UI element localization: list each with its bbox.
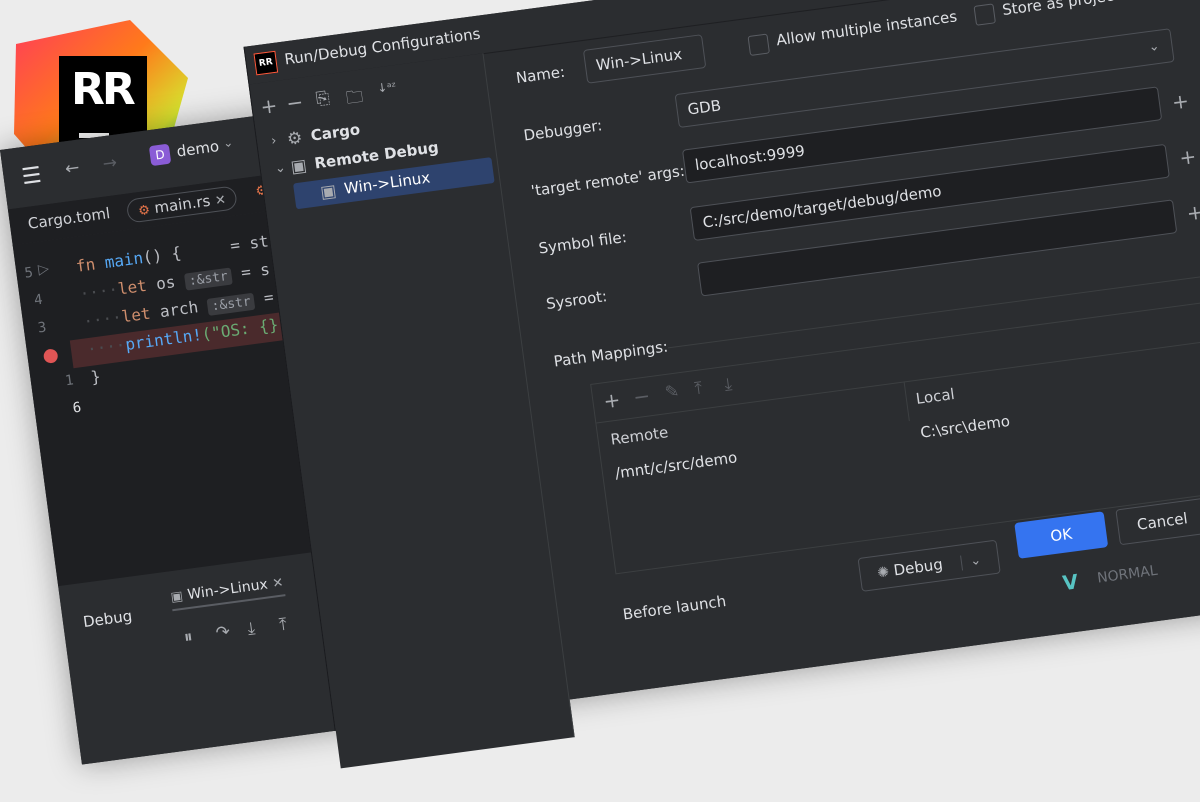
debug-panel-title: Debug	[81, 606, 134, 632]
line-number: 4	[33, 291, 44, 309]
run-debug-configurations-dialog: RR Run/Debug Configurations + − ⎘ 🗀 ↓ᵃᶻ …	[243, 0, 1200, 769]
type-hint: :&str	[206, 292, 256, 316]
debug-run-button[interactable]: ✺ Debug ⌄	[857, 539, 1001, 592]
sidebar-file-cargo-toml[interactable]: Cargo.toml	[27, 204, 111, 233]
line-number: 3	[36, 319, 48, 337]
before-launch-label: Before launch	[621, 592, 728, 624]
add-configuration-icon[interactable]: +	[259, 93, 279, 119]
debug-session-tab[interactable]: ▣ Win->Linux ✕	[169, 572, 286, 612]
copy-configuration-icon[interactable]: ⎘	[315, 88, 331, 110]
local-column-header: Local	[914, 384, 956, 408]
type-hint: :&str	[183, 267, 233, 291]
line-number: 5	[23, 264, 35, 282]
move-up-icon[interactable]: ⤒	[693, 378, 703, 399]
add-icon[interactable]: +	[1170, 88, 1190, 114]
rust-file-icon: ⚙	[137, 202, 151, 220]
run-gutter-icon[interactable]: ▷	[37, 261, 50, 278]
project-name[interactable]: demo	[176, 137, 221, 160]
app-icon: RR	[253, 50, 279, 76]
remote-column-header: Remote	[609, 423, 670, 449]
new-folder-icon[interactable]: 🗀	[345, 84, 366, 115]
allow-multiple-label: Allow multiple instances	[775, 7, 959, 50]
name-field[interactable]: Win->Linux	[582, 34, 707, 84]
code-line: }	[89, 366, 102, 387]
back-arrow-icon[interactable]: ←	[64, 158, 81, 180]
step-into-icon[interactable]: ⤓	[246, 619, 256, 640]
target-remote-label: 'target remote' args:	[529, 161, 686, 201]
logo-text: RR	[71, 64, 136, 115]
separator	[596, 337, 1200, 424]
path-mappings-label: Path Mappings:	[552, 337, 670, 371]
tab-label: main.rs	[153, 191, 212, 218]
add-icon[interactable]: +	[1178, 144, 1198, 170]
mapping-remote-value[interactable]: /mnt/c/src/demo	[614, 448, 738, 482]
project-badge: D	[148, 143, 172, 167]
sysroot-label: Sysroot:	[544, 287, 609, 314]
symbol-file-label: Symbol file:	[537, 227, 628, 258]
vim-icon: V	[1061, 569, 1080, 596]
store-as-project-label: Store as project file	[1001, 0, 1149, 20]
close-tab-icon[interactable]: ✕	[272, 575, 285, 591]
hamburger-menu-icon[interactable]: ☰	[20, 163, 43, 190]
chevron-down-icon[interactable]: ⌄	[274, 160, 287, 176]
chevron-right-icon[interactable]: ›	[270, 133, 277, 149]
column-divider	[903, 381, 910, 422]
store-as-project-checkbox[interactable]	[973, 3, 996, 26]
tree-item-label: Win->Linux	[342, 168, 432, 198]
remote-debug-icon: ▣	[169, 588, 184, 606]
chevron-down-icon[interactable]: ⌄	[960, 552, 983, 571]
tree-item-cargo[interactable]: Cargo	[310, 120, 362, 144]
breakpoint-icon[interactable]	[42, 348, 59, 364]
line-number: 1	[64, 372, 75, 390]
add-icon[interactable]: +	[1185, 199, 1200, 225]
remote-debug-icon: ▣	[289, 155, 309, 178]
path-mappings-table: + − ✎ ⤒ ⤓ Remote Local /mnt/c/src/demo C…	[590, 299, 1200, 575]
close-tab-icon[interactable]: ✕	[214, 193, 227, 209]
move-down-icon[interactable]: ⤓	[723, 374, 733, 395]
edit-mapping-icon[interactable]: ✎	[664, 381, 681, 403]
allow-multiple-instances-checkbox[interactable]	[747, 33, 770, 56]
sort-icon[interactable]: ↓ᵃᶻ	[376, 79, 397, 95]
mapping-local-value[interactable]: C:\src\demo	[919, 412, 1011, 442]
cargo-icon: ⚙	[285, 127, 304, 150]
chevron-down-icon[interactable]: ⌄	[222, 135, 234, 150]
pause-icon[interactable]: ⏸	[183, 627, 194, 648]
vim-mode-status: NORMAL	[1096, 562, 1159, 587]
debugger-label: Debugger:	[522, 116, 604, 145]
remove-configuration-icon[interactable]: −	[285, 90, 305, 116]
name-label: Name:	[514, 62, 567, 88]
remove-mapping-icon[interactable]: −	[632, 383, 652, 409]
step-over-icon[interactable]: ↷	[215, 622, 232, 644]
add-mapping-icon[interactable]: +	[602, 387, 622, 413]
bug-icon: ✺	[876, 564, 891, 582]
line-number: 6	[71, 399, 83, 417]
forward-arrow-icon[interactable]: →	[102, 153, 119, 175]
remote-debug-icon: ▣	[319, 180, 338, 203]
step-out-icon[interactable]: ⤒	[278, 614, 288, 635]
chevron-down-icon: ⌄	[1147, 38, 1161, 56]
